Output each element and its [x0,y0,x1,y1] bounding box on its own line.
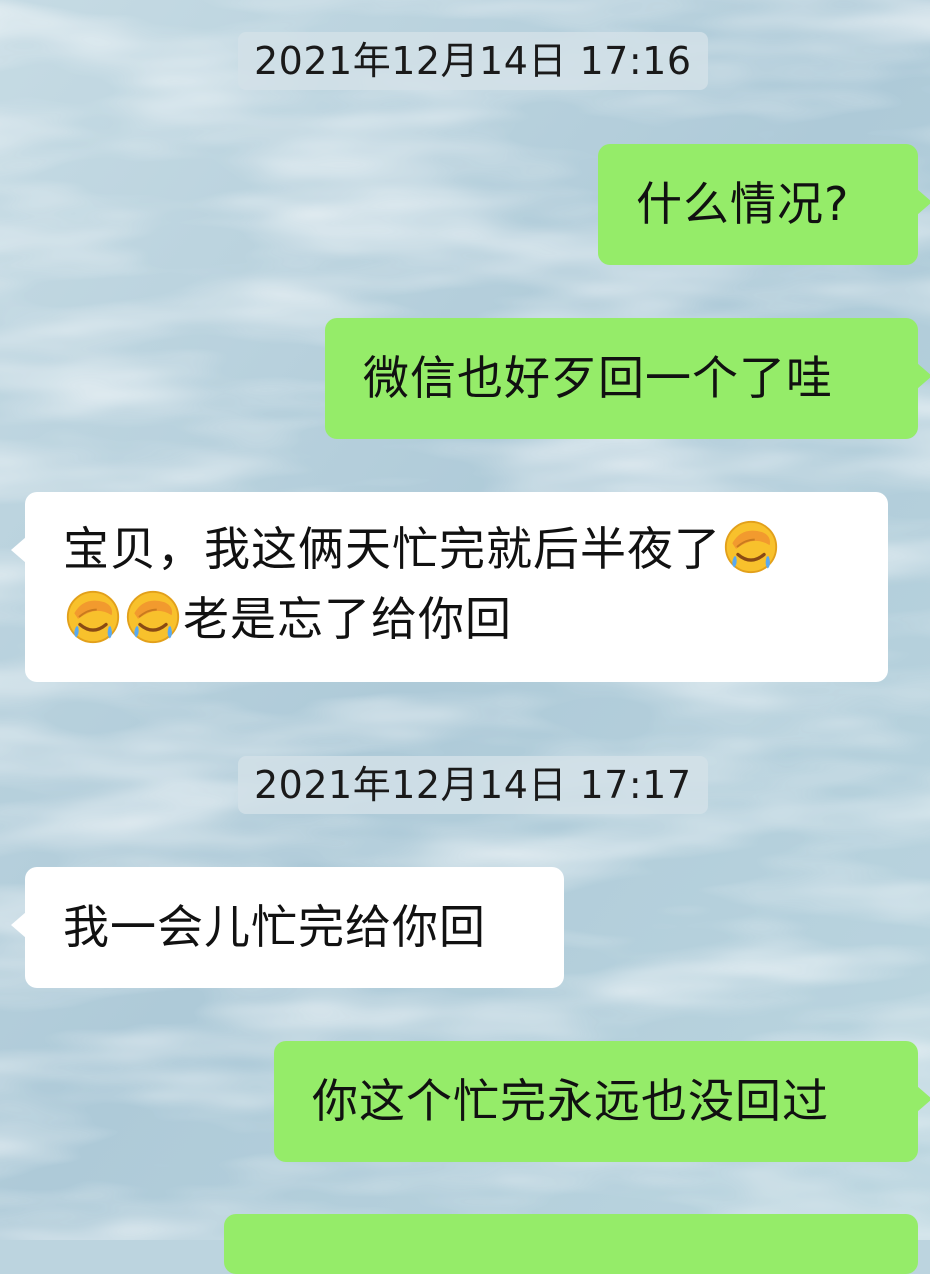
message-text: 宝贝，我这俩天忙完就后半夜了 [63,522,721,576]
bubble-tail [917,189,930,215]
message-bubble-sent[interactable]: 什么情况? [598,144,930,265]
face-palm-crying-emoji [126,590,180,644]
timestamp: 2021年12月14日 17:16 [238,32,708,90]
message-text-line: 老是忘了给你回 [63,584,888,654]
message-text: 微信也好歹回一个了哇 [363,351,833,405]
message-bubble-sent[interactable]: 你这个忙完永远也没回过 [274,1041,930,1162]
timestamp: 2021年12月14日 17:17 [238,756,708,814]
message-text-line: 宝贝，我这俩天忙完就后半夜了 [63,514,888,584]
bubble-tail [917,1086,930,1112]
message-bubble-received[interactable]: 宝贝，我这俩天忙完就后半夜了 老是忘了给你回 [11,492,888,682]
message-bubble-sent[interactable]: 微信也好歹回一个了哇 [325,318,930,439]
message-bubble-received[interactable]: 我一会儿忙完给你回 [11,867,564,988]
bubble-tail [11,912,26,938]
bubble-tail [11,537,26,563]
face-palm-crying-emoji [66,590,120,644]
face-palm-crying-emoji [724,520,778,574]
message-bubble-sent-partial[interactable] [224,1214,918,1274]
message-text: 你这个忙完永远也没回过 [312,1074,829,1128]
chat-area[interactable]: 2021年12月14日 17:16 什么情况? 微信也好歹回一个了哇 宝贝，我这… [0,0,930,1274]
message-text: 我一会儿忙完给你回 [63,900,486,954]
bubble-tail [917,363,930,389]
message-text: 老是忘了给你回 [183,592,512,646]
message-text: 什么情况? [636,177,850,231]
